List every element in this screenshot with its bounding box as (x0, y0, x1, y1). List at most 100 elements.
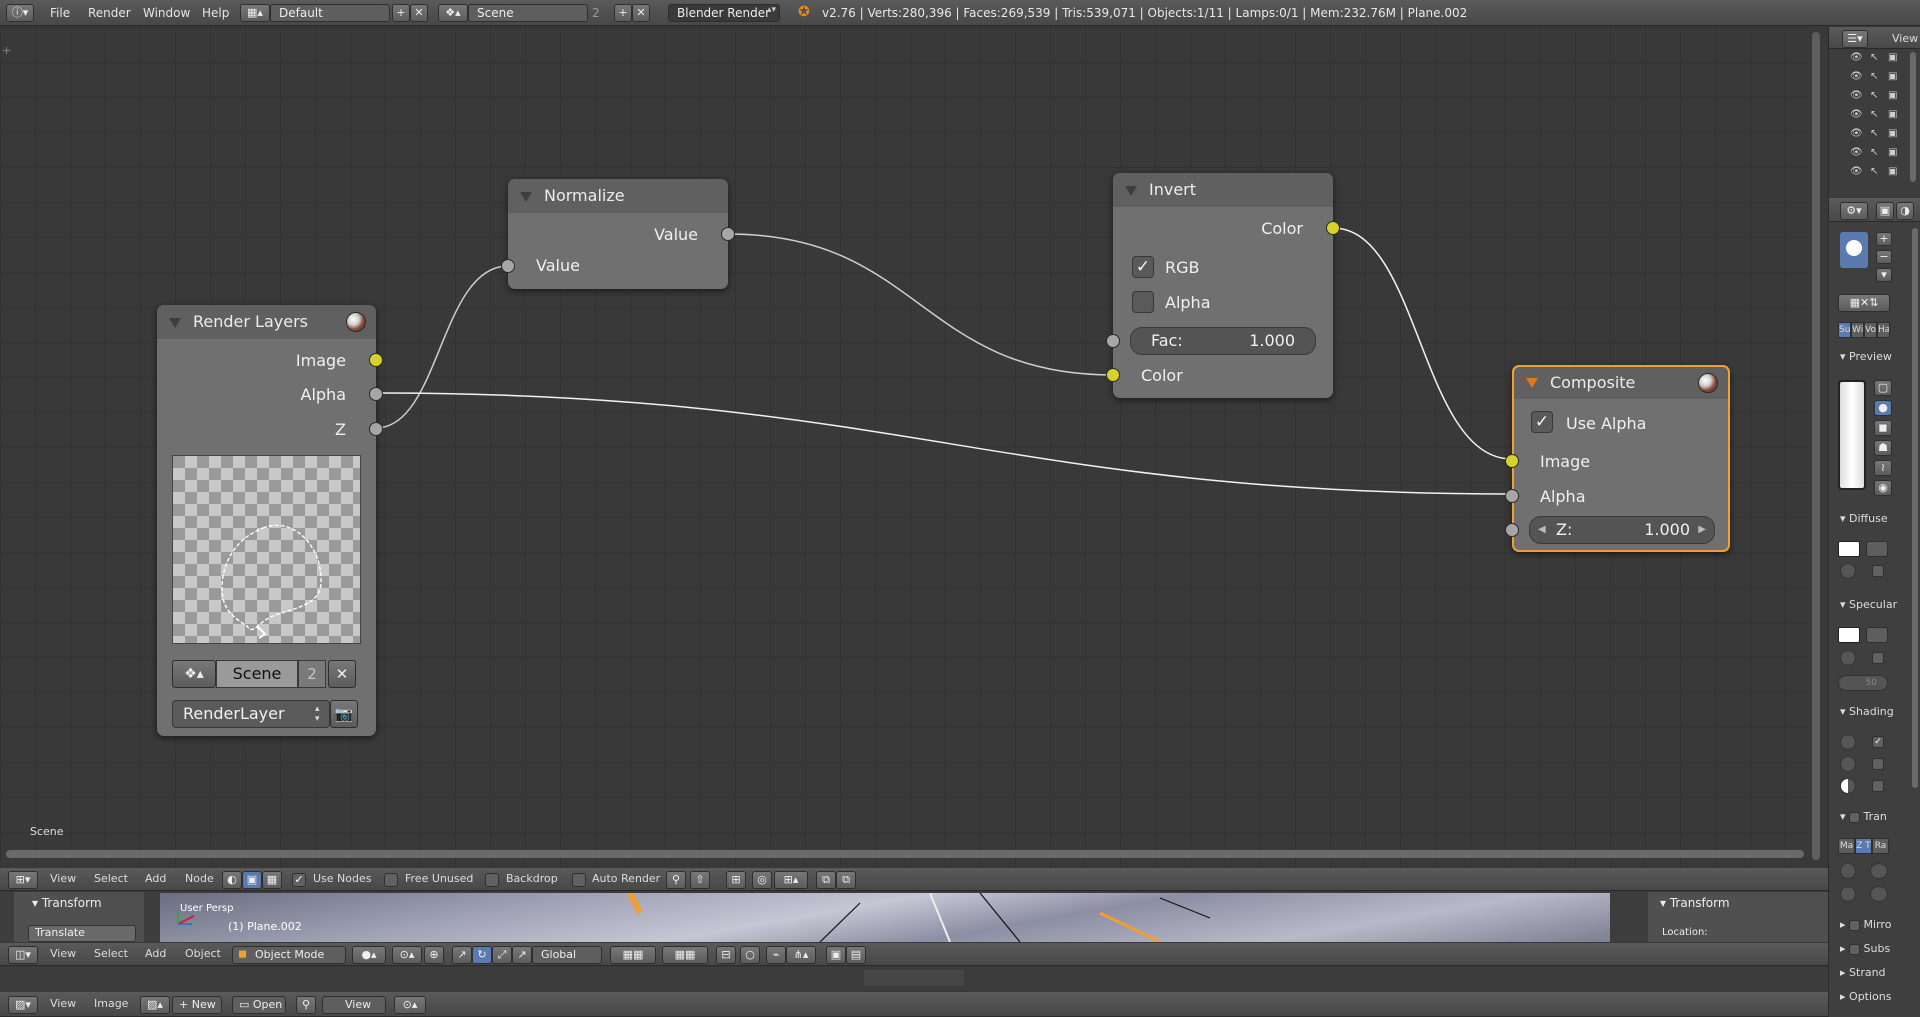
scene-browse-icon[interactable]: ❖▴ (172, 660, 216, 688)
new-image-button[interactable]: + New (172, 996, 222, 1014)
normalize-input-socket[interactable] (501, 259, 515, 273)
proportional-edit-icon[interactable]: ○ (740, 946, 760, 964)
composite-z-field[interactable]: ◀ Z: 1.000 ▶ (1529, 516, 1715, 544)
manipulator-translate-icon[interactable]: ↗ (452, 946, 472, 964)
manipulator-icon[interactable]: ⊕ (424, 946, 444, 964)
properties-type-icon[interactable]: ⚙▾ (1840, 202, 1868, 220)
collapse-triangle-icon[interactable] (1526, 378, 1538, 388)
preview-hair-icon[interactable]: ≀ (1874, 460, 1892, 476)
auto-render-checkbox[interactable] (572, 873, 586, 887)
outliner-scrollbar[interactable] (1910, 52, 1916, 182)
node-editor-hscrollbar[interactable] (6, 850, 1804, 858)
slot-remove-button[interactable]: − (1876, 250, 1892, 264)
lock-camera-icon[interactable]: ⊟ (716, 946, 736, 964)
composite-image-socket[interactable] (1505, 454, 1519, 468)
render-icon[interactable]: ▣ (1888, 147, 1897, 158)
unlink-scene-button[interactable]: ✕ (328, 660, 356, 688)
preview-panel-header[interactable]: ▾ Preview (1840, 350, 1892, 363)
mirror-panel-header[interactable]: ▸ Mirro (1840, 918, 1891, 931)
eye-icon[interactable]: 👁 (1850, 147, 1863, 158)
properties-scrollbar[interactable] (1912, 228, 1918, 788)
shader-nodes-icon[interactable]: ◐ (222, 871, 242, 889)
strand-panel-header[interactable]: ▸ Strand (1840, 966, 1886, 979)
specular-color-swatch[interactable] (1838, 627, 1860, 643)
node-menu-view[interactable]: View (50, 869, 76, 889)
cursor-icon[interactable]: ↖ (1870, 52, 1878, 63)
render-layer-select[interactable]: RenderLayer (172, 700, 330, 728)
specular-panel-header[interactable]: ▾ Specular (1840, 598, 1897, 611)
manipulator-extra-icon[interactable]: ↗ (512, 946, 532, 964)
specular-ramp-checkbox[interactable] (1872, 652, 1884, 664)
invert-color-input-socket[interactable] (1106, 368, 1120, 382)
opengl-render-icon[interactable]: ▣ (826, 946, 846, 964)
eye-icon[interactable]: 👁 (1850, 71, 1863, 82)
render-icon[interactable]: ▣ (1888, 166, 1897, 177)
invert-alpha-checkbox[interactable] (1132, 291, 1154, 313)
render-icon[interactable]: ▣ (1888, 52, 1897, 63)
render-icon[interactable]: ▣ (1888, 71, 1897, 82)
preview-sphere-icon[interactable]: ● (1874, 400, 1892, 416)
invert-node[interactable]: Invert Color ✓ RGB Alpha Fac: 1.000 Colo… (1106, 173, 1340, 398)
viewport-shading-icon[interactable]: ●▴ (352, 946, 386, 964)
parent-node-icon[interactable]: ⇧ (690, 871, 710, 889)
object-mode-select[interactable]: Object Mode (232, 946, 346, 964)
snap-node-icon[interactable]: ◎ (752, 871, 772, 889)
render-layers-z-socket[interactable] (369, 422, 383, 436)
collapse-triangle-icon[interactable] (1125, 186, 1137, 196)
diffuse-panel-header[interactable]: ▾ Diffuse (1840, 512, 1888, 525)
diffuse-ramp-checkbox[interactable] (1872, 565, 1884, 577)
subsurface-panel-header[interactable]: ▸ Subs (1840, 942, 1890, 955)
snap-target-icon[interactable]: ⋔▴ (786, 946, 816, 964)
tab-z-t[interactable]: Z T (1855, 838, 1872, 854)
invert-node-header[interactable]: Invert (1113, 173, 1333, 207)
render-icon[interactable]: ▣ (1888, 128, 1897, 139)
open-image-button[interactable]: ▭ Open (232, 996, 286, 1014)
node-editor-vscrollbar[interactable] (1812, 32, 1820, 860)
layers-grid-a[interactable]: ▦▦ (610, 946, 656, 964)
properties-context-icon-2[interactable]: ◑ (1896, 202, 1914, 220)
render-icon[interactable]: ▣ (1888, 109, 1897, 120)
node-menu-add[interactable]: Add (145, 869, 166, 889)
composite-z-socket[interactable] (1505, 523, 1519, 537)
transparency-specular-toggle[interactable] (1870, 863, 1888, 879)
composite-node[interactable]: Composite ✓ Use Alpha Image Alpha ◀ Z: 1… (1505, 365, 1730, 552)
render-icon[interactable]: ▣ (1888, 90, 1897, 101)
shadeless-checkbox[interactable]: ✓ (1872, 736, 1884, 748)
properties-context-icon[interactable]: ▣ (1876, 202, 1894, 220)
invert-output-socket[interactable] (1326, 221, 1340, 235)
copy-tree-icon[interactable]: ⧉ (816, 871, 836, 889)
image-menu-view[interactable]: View (50, 994, 76, 1014)
tab-ma[interactable]: Ma (1838, 838, 1855, 854)
transparency-checkbox[interactable] (1849, 811, 1861, 823)
tab-ha[interactable]: Ha (1877, 322, 1890, 338)
use-nodes-checkbox[interactable]: ✓ (292, 873, 306, 887)
snap-element-icon[interactable]: ⊞▴ (774, 871, 808, 889)
image-pin-icon[interactable]: ⚲ (296, 996, 316, 1014)
collapse-triangle-icon[interactable] (169, 318, 181, 328)
node-menu-node[interactable]: Node (185, 869, 214, 889)
shading-translucency-toggle[interactable] (1840, 778, 1856, 794)
pin-icon[interactable]: ⚲ (666, 871, 686, 889)
composite-alpha-socket[interactable] (1505, 489, 1519, 503)
outliner-type-icon[interactable]: ☰▾ (1842, 30, 1868, 48)
slot-menu-button[interactable]: ▾ (1876, 268, 1892, 282)
3d-view-type-icon[interactable]: ◫▾ (8, 946, 38, 964)
preview-flat-icon[interactable]: ▢ (1874, 380, 1892, 396)
specular-intensity-toggle[interactable] (1840, 650, 1856, 666)
3d-menu-add[interactable]: Add (145, 944, 166, 964)
shading-panel-header[interactable]: ▾ Shading (1840, 705, 1894, 718)
tab-vo[interactable]: Vo (1864, 322, 1877, 338)
outliner-view-menu[interactable]: View (1892, 32, 1918, 45)
paste-tree-icon[interactable]: ⧉ (836, 871, 856, 889)
manipulator-scale-icon[interactable]: ⤢ (492, 946, 512, 964)
node-menu-select[interactable]: Select (94, 869, 128, 889)
specular-shader-select[interactable] (1866, 627, 1888, 643)
opengl-anim-icon[interactable]: ▤ (846, 946, 866, 964)
z-right-arrow-icon[interactable]: ▶ (1698, 517, 1706, 543)
texture-nodes-icon[interactable]: ▦ (262, 871, 282, 889)
3d-menu-view[interactable]: View (50, 944, 76, 964)
specular-hardness-field[interactable]: 50 (1838, 675, 1888, 691)
render-layers-image-socket[interactable] (369, 353, 383, 367)
diffuse-color-swatch[interactable] (1838, 541, 1860, 557)
render-layers-node-header[interactable]: Render Layers (157, 305, 376, 339)
